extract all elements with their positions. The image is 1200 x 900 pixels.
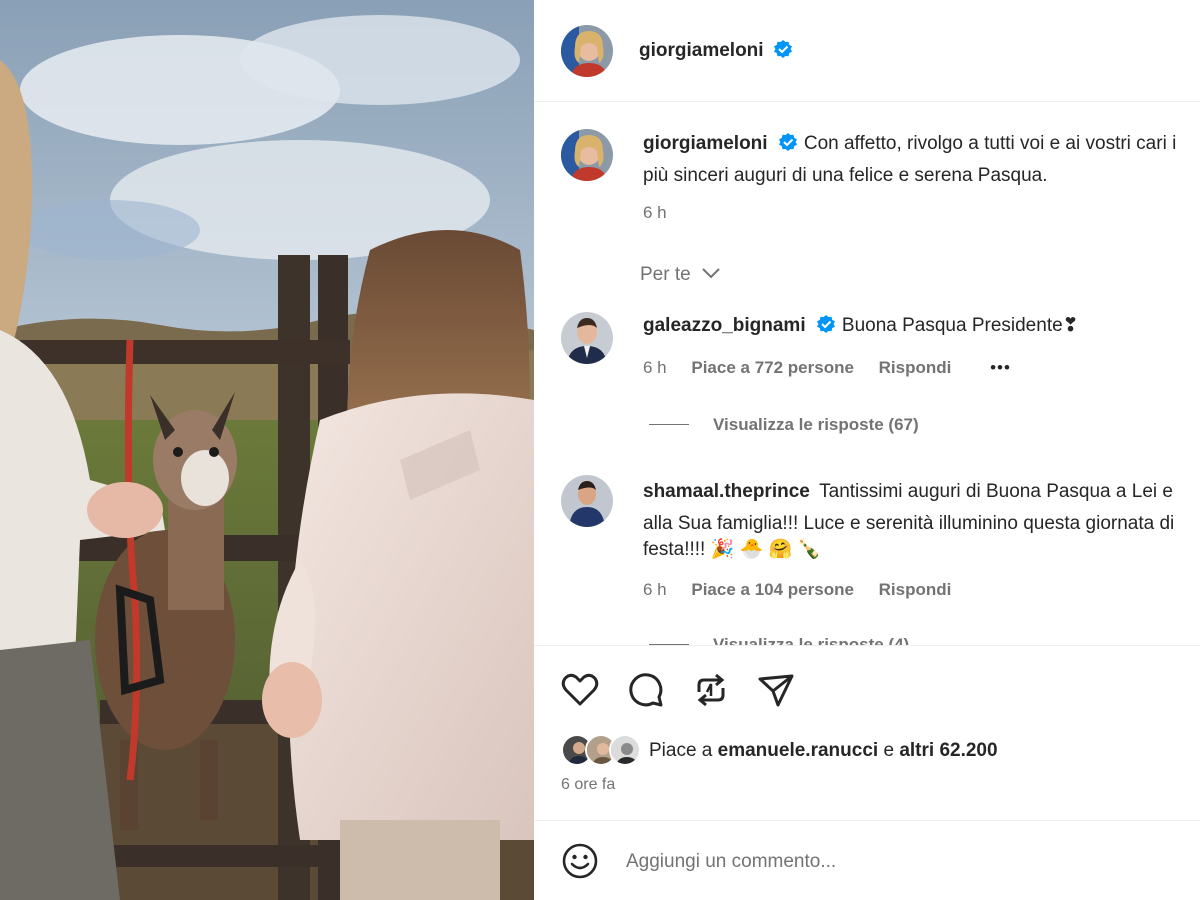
caption-line-1: giorgiameloni Con affetto, rivolgo a tut…	[643, 128, 1176, 163]
commenter-avatar[interactable]	[561, 312, 613, 364]
view-replies-button[interactable]: Visualizza le risposte (4)	[649, 635, 909, 645]
caption-avatar[interactable]	[561, 129, 613, 181]
caption-username[interactable]: giorgiameloni	[643, 133, 768, 154]
likes-text: Piace a emanuele.ranucci e altri 62.200	[649, 740, 998, 762]
liker-avatar[interactable]	[609, 734, 641, 766]
emoji-icon[interactable]	[561, 842, 599, 880]
comment-sort-selector[interactable]: Per te	[640, 263, 720, 286]
post-actions: Piace a emanuele.ranucci e altri 62.200 …	[534, 645, 1200, 820]
likes-username[interactable]: emanuele.ranucci	[718, 740, 879, 761]
post-image-alpaca-children	[0, 0, 534, 900]
view-replies-label: Visualizza le risposte (4)	[713, 635, 910, 645]
likes-prefix: Piace a	[649, 740, 713, 761]
comment-sort-label: Per te	[640, 264, 691, 285]
chevron-down-icon	[702, 263, 720, 285]
comment-icon[interactable]	[626, 670, 666, 710]
likes-others[interactable]: altri 62.200	[899, 740, 997, 761]
add-comment-input[interactable]	[626, 847, 1126, 877]
comment-time[interactable]: 6 h	[643, 580, 667, 599]
reply-button[interactable]: Rispondi	[879, 580, 952, 599]
comment-text-line: shamaal.theprince Tantissimi auguri di B…	[643, 476, 1173, 508]
comment-likes[interactable]: Piace a 772 persone	[691, 358, 854, 377]
post-header: giorgiameloni	[534, 0, 1200, 102]
caption-time[interactable]: 6 h	[643, 203, 667, 223]
comment-meta: 6 h Piace a 104 persone Rispondi	[643, 580, 971, 600]
comment-time[interactable]: 6 h	[643, 358, 667, 377]
post-photo[interactable]	[0, 0, 534, 900]
author-avatar[interactable]	[561, 25, 613, 77]
view-replies-label: Visualizza le risposte (67)	[713, 415, 919, 434]
comment-username[interactable]: galeazzo_bignami	[643, 315, 806, 336]
caption-line-2: più sinceri auguri di una felice e seren…	[643, 165, 1048, 186]
post-time-ago[interactable]: 6 ore fa	[561, 776, 615, 794]
comment-meta: 6 h Piace a 772 persone Rispondi •••	[643, 358, 1031, 378]
heart-icon[interactable]	[560, 670, 600, 710]
comment-text: Buona Pasqua Presidente❣	[841, 315, 1079, 336]
send-icon[interactable]	[756, 670, 796, 710]
author-username[interactable]: giorgiameloni	[639, 40, 764, 61]
replies-divider	[649, 424, 689, 425]
likes-joiner: e	[883, 740, 895, 761]
comment-username[interactable]: shamaal.theprince	[643, 481, 810, 502]
comment-text-line: galeazzo_bignami Buona Pasqua Presidente…	[643, 310, 1079, 345]
commenter-avatar[interactable]	[561, 475, 613, 527]
repost-icon[interactable]	[691, 670, 731, 710]
verified-badge-icon	[778, 131, 798, 163]
reply-button[interactable]: Rispondi	[879, 358, 952, 377]
more-options-icon[interactable]: •••	[990, 358, 1011, 377]
add-comment-bar	[534, 820, 1200, 900]
comment-text: Tantissimi auguri di Buona Pasqua a Lei …	[819, 481, 1173, 502]
comment-likes[interactable]: Piace a 104 persone	[691, 580, 854, 599]
post-panel: giorgiameloni giorgiameloni Con affetto,…	[534, 0, 1200, 900]
comments-list[interactable]: giorgiameloni Con affetto, rivolgo a tut…	[534, 103, 1200, 645]
view-replies-button[interactable]: Visualizza le risposte (67)	[649, 415, 919, 435]
comment-text-line-3: festa!!!! 🎉 🐣 🤗 🍾	[643, 539, 822, 560]
verified-badge-icon	[816, 313, 836, 345]
caption-text: Con affetto, rivolgo a tutti voi e ai vo…	[803, 133, 1177, 154]
verified-badge-icon	[773, 39, 793, 64]
